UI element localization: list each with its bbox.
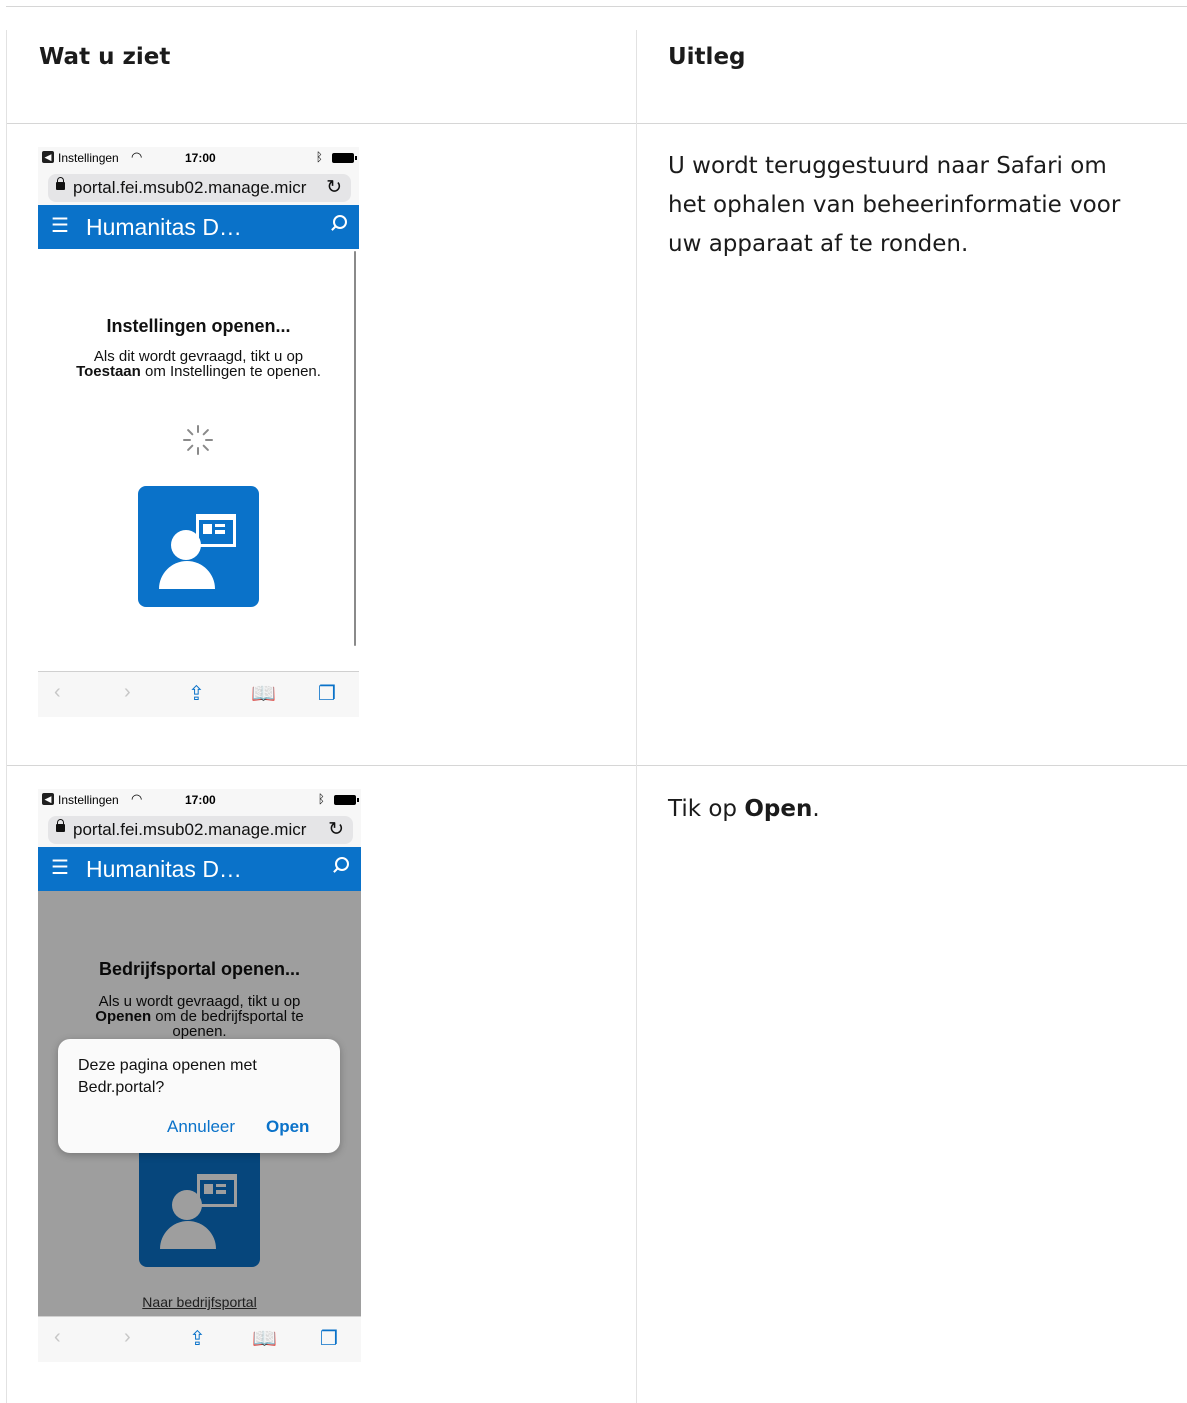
- browser-toolbar: ‹ › ⇪ 📖 ❐: [38, 1316, 361, 1362]
- reload-icon[interactable]: ↻: [326, 176, 342, 199]
- company-portal-icon: [138, 486, 259, 607]
- forward-arrow-icon[interactable]: ›: [124, 1326, 131, 1349]
- battery-icon: [332, 153, 357, 163]
- url-text: portal.fei.msub02.manage.micr: [73, 178, 307, 197]
- hamburger-menu-icon[interactable]: ☰: [51, 855, 69, 880]
- back-arrow-icon[interactable]: ‹: [54, 1326, 61, 1349]
- app-header: ☰ Humanitas D…: [38, 205, 359, 249]
- wifi-icon: ◠: [131, 149, 143, 164]
- screenshot-settings-opening: ◀ Instellingen ◠ 17:00 ᛒ portal.fei.msub…: [38, 147, 359, 717]
- status-app-name: Instellingen: [58, 793, 119, 807]
- row-divider: [6, 765, 1187, 766]
- reload-icon[interactable]: ↻: [328, 818, 344, 841]
- instruction-line-2-rest: om Instellingen te openen.: [140, 363, 321, 380]
- bluetooth-icon: ᛒ: [317, 792, 325, 806]
- status-app-name: Instellingen: [58, 151, 119, 165]
- explanation-text: Tik op Open.: [668, 790, 1148, 829]
- app-header: ☰ Humanitas D…: [38, 847, 361, 891]
- column-header-explanation: Uitleg: [668, 44, 746, 70]
- status-time: 17:00: [185, 151, 216, 165]
- address-field[interactable]: portal.fei.msub02.manage.micr ↻: [48, 816, 353, 844]
- explanation-suffix: .: [812, 796, 820, 822]
- column-divider: [636, 30, 637, 1403]
- lock-icon: [56, 819, 65, 832]
- explanation-text: U wordt teruggestuurd naar Safari om het…: [668, 153, 1121, 257]
- search-icon[interactable]: [333, 215, 347, 229]
- back-app-icon: ◀: [42, 151, 54, 163]
- search-icon[interactable]: [335, 857, 349, 871]
- open-with-dialog: Deze pagina openen met Bedr.portal? Annu…: [58, 1039, 340, 1153]
- scroll-indicator: [354, 251, 356, 646]
- tabs-icon[interactable]: ❐: [318, 681, 336, 706]
- screenshot-portal-opening: ◀ Instellingen ◠ 17:00 ᛒ portal.fei.msub…: [38, 789, 361, 1362]
- dialog-open-button[interactable]: Open: [266, 1117, 309, 1137]
- table-top-border: [6, 6, 1187, 7]
- back-arrow-icon[interactable]: ‹: [54, 681, 61, 704]
- column-header-what-you-see: Wat u ziet: [39, 44, 171, 70]
- instruction-table: Wat u ziet Uitleg ◀ Instellingen ◠ 17:00…: [6, 6, 1187, 1403]
- status-time: 17:00: [185, 793, 216, 807]
- url-bar: portal.fei.msub02.manage.micr ↻: [38, 169, 359, 205]
- url-text: portal.fei.msub02.manage.micr: [73, 820, 307, 839]
- tabs-icon[interactable]: ❐: [320, 1326, 338, 1351]
- forward-arrow-icon[interactable]: ›: [124, 681, 131, 704]
- lock-icon: [56, 177, 65, 190]
- brand-title: Humanitas D…: [86, 214, 242, 240]
- status-bar: ◀ Instellingen ◠ 17:00 ᛒ: [38, 789, 361, 811]
- instruction-text: Als dit wordt gevraagd, tikt u op Toesta…: [38, 349, 359, 379]
- instruction-line-2: Toestaan om Instellingen te openen.: [38, 364, 359, 379]
- bookmarks-icon[interactable]: 📖: [252, 1326, 277, 1351]
- browser-toolbar: ‹ › ⇪ 📖 ❐: [38, 671, 359, 717]
- share-icon[interactable]: ⇪: [188, 681, 205, 706]
- hamburger-menu-icon[interactable]: ☰: [51, 213, 69, 238]
- instruction-line-1: Als dit wordt gevraagd, tikt u op: [93, 348, 304, 365]
- table-left-border: [6, 30, 7, 1403]
- bluetooth-icon: ᛒ: [315, 150, 323, 164]
- battery-icon: [334, 795, 359, 805]
- dialog-message: Deze pagina openen met Bedr.portal?: [78, 1057, 257, 1096]
- url-bar: portal.fei.msub02.manage.micr ↻: [38, 811, 361, 847]
- explanation-prefix: Tik op: [668, 796, 745, 822]
- header-row-divider: [6, 123, 1187, 124]
- status-bar: ◀ Instellingen ◠ 17:00 ᛒ: [38, 147, 359, 169]
- back-app-icon: ◀: [42, 793, 54, 805]
- dialog-cancel-button[interactable]: Annuleer: [167, 1117, 235, 1137]
- page-heading: Instellingen openen...: [106, 316, 291, 336]
- wifi-icon: ◠: [131, 791, 143, 806]
- explanation-open-bold: Open: [744, 796, 813, 822]
- spinner-icon: [183, 425, 213, 455]
- share-icon[interactable]: ⇪: [189, 1326, 206, 1351]
- brand-title: Humanitas D…: [86, 856, 242, 882]
- bookmarks-icon[interactable]: 📖: [251, 681, 276, 706]
- allow-bold-text: Toestaan: [76, 363, 141, 380]
- address-field[interactable]: portal.fei.msub02.manage.micr ↻: [48, 174, 351, 202]
